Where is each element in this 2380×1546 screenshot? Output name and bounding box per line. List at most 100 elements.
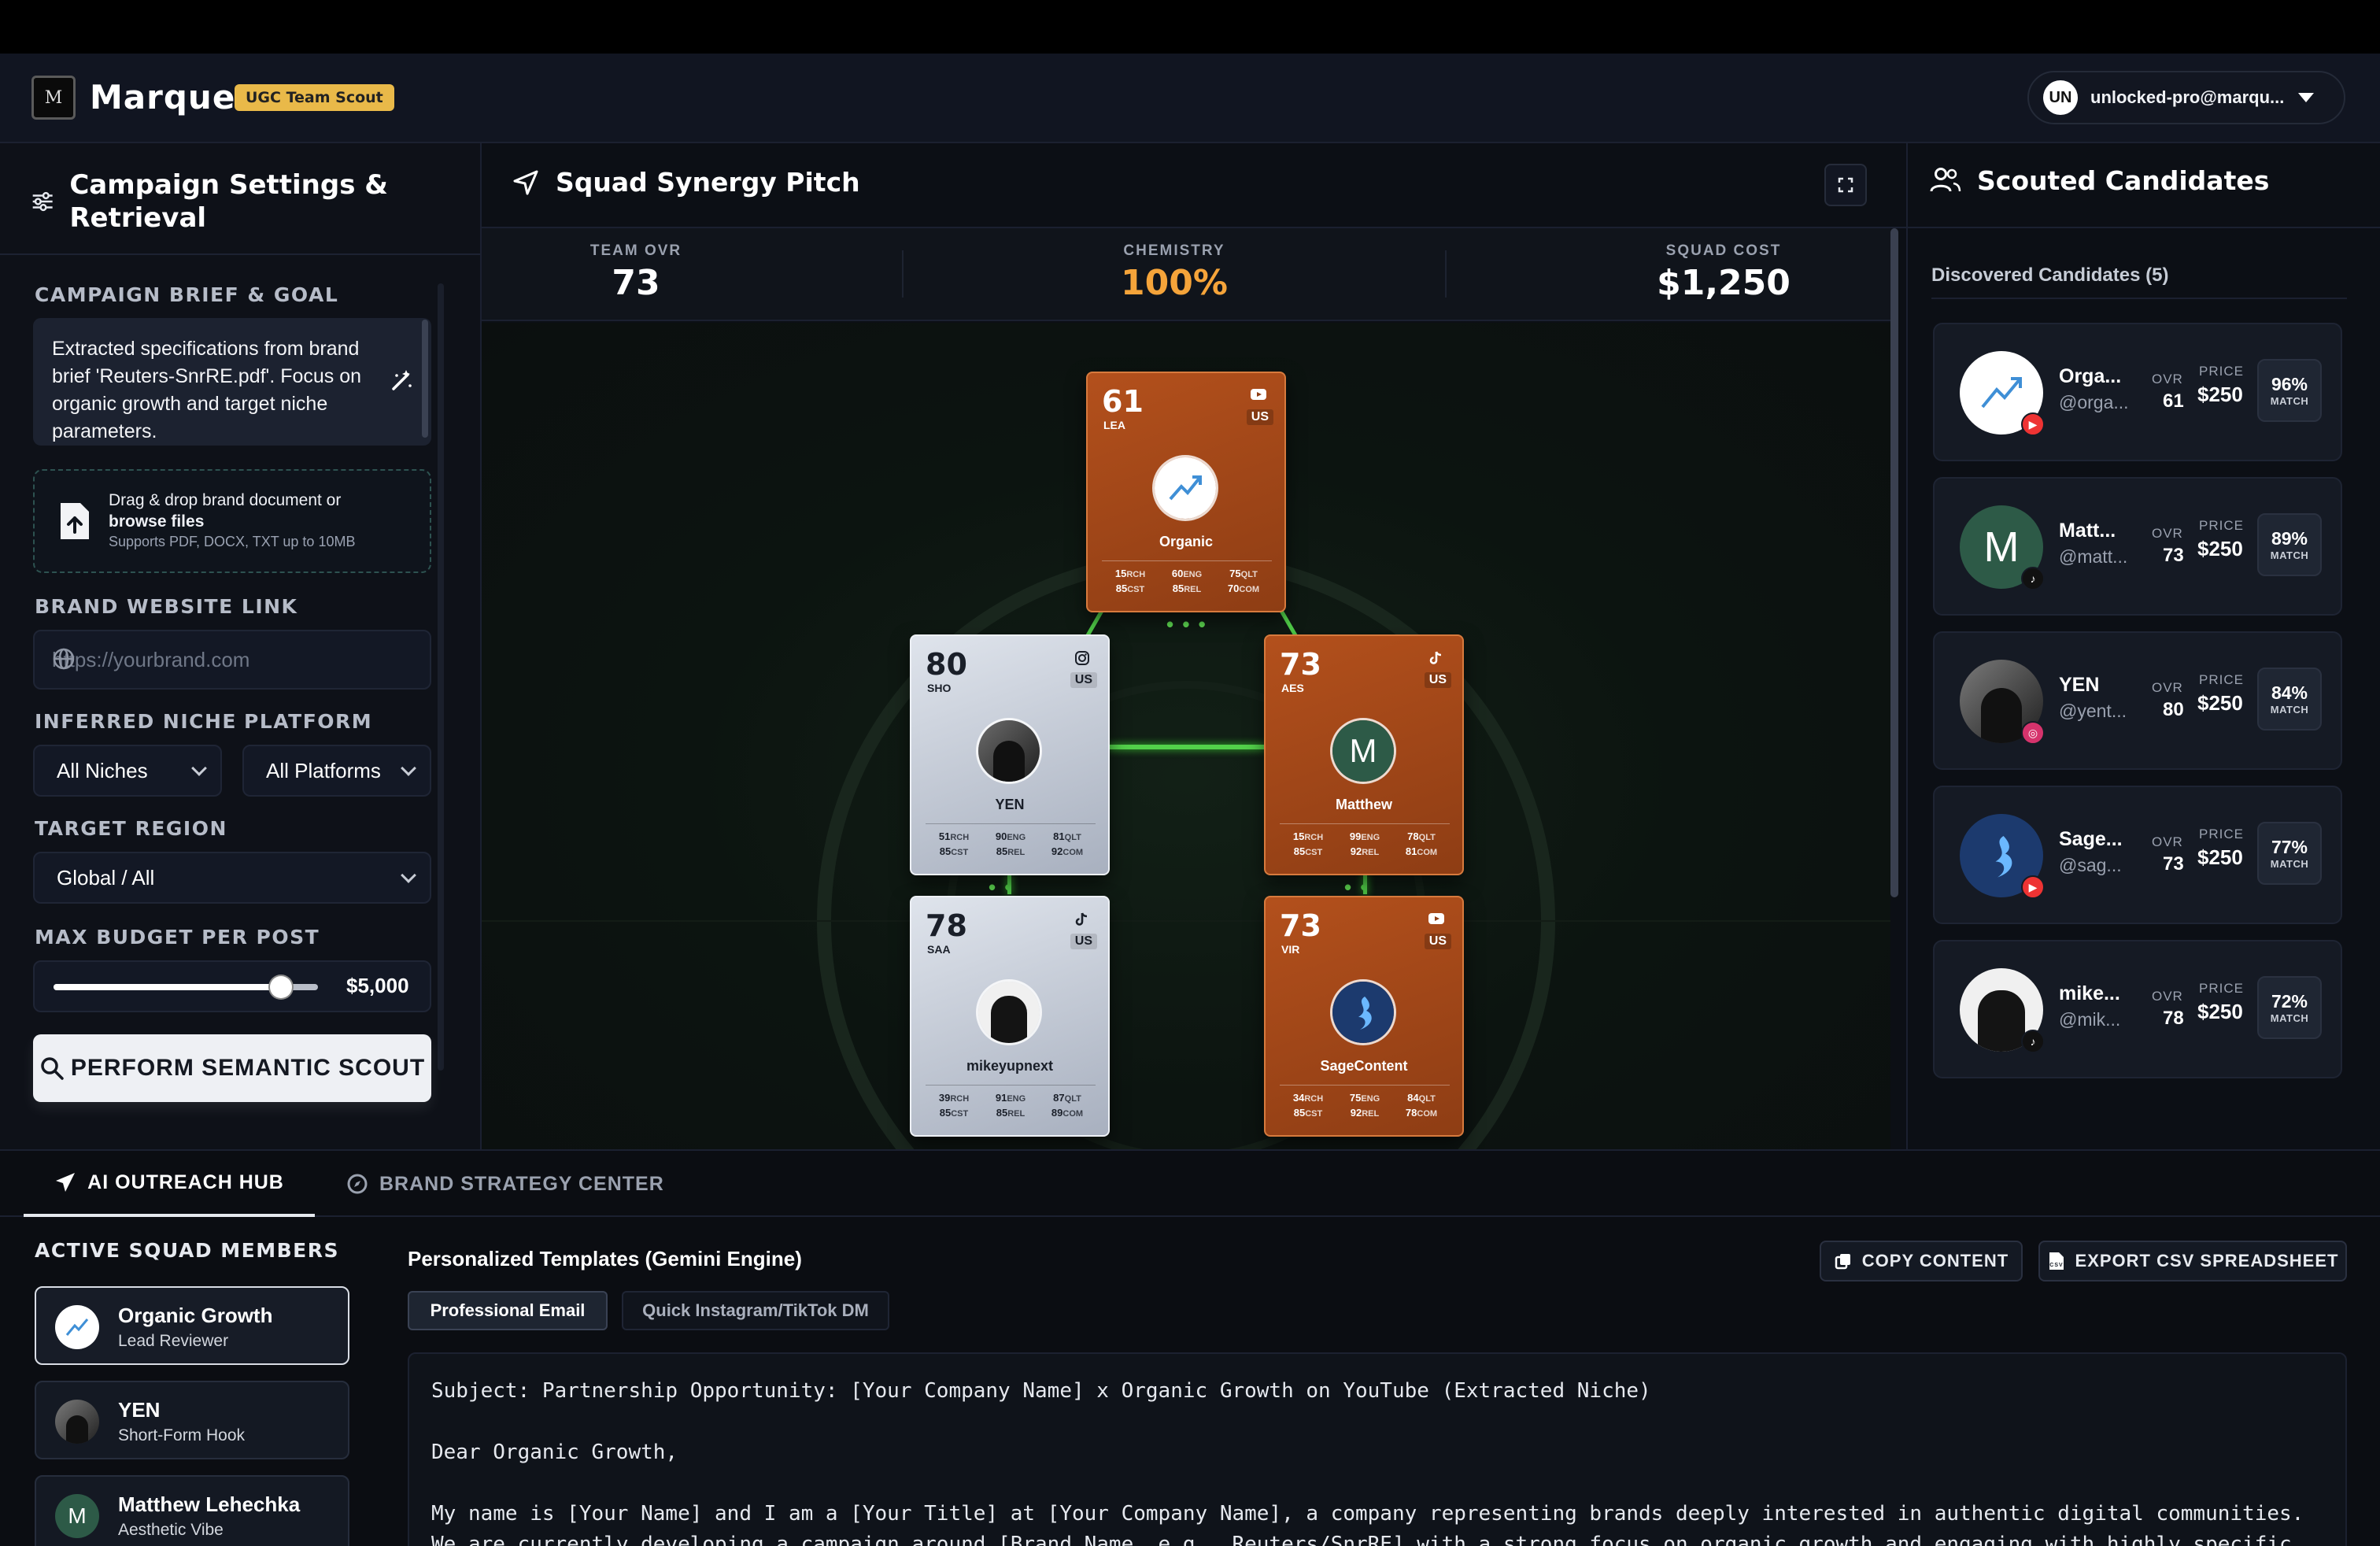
region-label: TARGET REGION (35, 817, 227, 840)
region-select[interactable]: Global / All (33, 852, 431, 904)
youtube-icon (1250, 387, 1267, 401)
stat-cst: 85CST (939, 845, 969, 857)
stat-rch: 51RCH (938, 830, 970, 842)
pitch-scrollbar[interactable] (1890, 228, 1898, 897)
match-label: MATCH (2270, 395, 2309, 407)
chevron-down-icon (191, 760, 207, 776)
squad-member-item[interactable]: M Matthew Lehechka Aesthetic Vibe (35, 1475, 349, 1546)
budget-slider-thumb[interactable] (270, 976, 292, 998)
platform-select-value: All Platforms (266, 758, 381, 782)
match-badge: 72% MATCH (2257, 976, 2322, 1039)
card-stats: 39RCH 91ENG 87QLT 85CST 85REL 89COM (926, 1085, 1096, 1119)
budget-label: MAX BUDGET PER POST (35, 926, 320, 949)
niche-label: INFERRED NICHE (35, 710, 237, 733)
expand-icon (1838, 177, 1853, 193)
export-csv-button[interactable]: CSV EXPORT CSV SPREADSHEET (2038, 1241, 2347, 1282)
card-avatar (976, 718, 1042, 784)
candidate-handle: @matt... (2059, 546, 2128, 567)
candidate-card[interactable]: ▶ Sage... @sag... OVR 73 PRICE $250 77% MATCH (1933, 786, 2342, 924)
candidate-card[interactable]: ◎ YEN @yent... OVR 80 PRICE $250 84% MATCH (1933, 631, 2342, 770)
chevron-down-icon (401, 760, 416, 776)
candidate-card[interactable]: ♪ mike... @mik... OVR 78 PRICE $250 72% MATCH (1933, 940, 2342, 1078)
squad-cost-value: $1,250 (1657, 263, 1791, 303)
card-region: US (1424, 672, 1451, 688)
app-logo[interactable]: M (31, 76, 76, 120)
stat-eng: 91ENG (995, 1092, 1026, 1104)
svg-text:CSV: CSV (2049, 1263, 2063, 1268)
tab-ai-outreach-hub[interactable]: AI OUTREACH HUB (24, 1151, 315, 1217)
ovr-label: OVR (2152, 989, 2183, 1004)
copy-content-button[interactable]: COPY CONTENT (1820, 1241, 2023, 1282)
card-ovr: 61 (1102, 384, 1144, 419)
member-role: Short-Form Hook (118, 1426, 246, 1444)
candidate-card[interactable]: M ♪ Matt... @matt... OVR 73 PRICE $250 89% MATCH (1933, 477, 2342, 616)
templates-title: Personalized Templates (Gemini Engine) (408, 1247, 802, 1270)
left-panel-scrollbar[interactable] (438, 283, 444, 1071)
candidate-card[interactable]: ▶ Orga... @orga... OVR 61 PRICE $250 96% MATCH (1933, 323, 2342, 461)
match-value: 96% (2271, 374, 2308, 394)
stat-rel: 85REL (996, 1107, 1026, 1119)
card-matthew[interactable]: 73 AES US M Matthew 15RCH 99ENG 78QLT 85CST 92REL… (1264, 634, 1464, 875)
stat-eng: 60ENG (1171, 568, 1203, 579)
magic-wand-icon[interactable] (389, 368, 414, 394)
tab-brand-strategy[interactable]: BRAND STRATEGY CENTER (346, 1151, 677, 1217)
platform-select[interactable]: All Platforms (242, 745, 431, 797)
stat-cst: 85CST (939, 1107, 969, 1119)
stat-qlt: 78QLT (1407, 830, 1436, 842)
price-label: PRICE (2199, 518, 2244, 533)
match-value: 84% (2271, 682, 2308, 703)
candidate-ovr: 80 (2163, 699, 2184, 720)
member-avatar: M (55, 1494, 99, 1538)
divider (0, 253, 480, 255)
card-player-name: mikeyupnext (966, 1058, 1054, 1074)
squad-member-item[interactable]: Organic Growth Lead Reviewer (35, 1286, 349, 1365)
candidate-price: $250 (2197, 1000, 2243, 1023)
card-sagecontent[interactable]: 73 VIR US SageContent 34RCH 75ENG 84QLT 85CST 92… (1264, 896, 1464, 1137)
stat-cst: 85CST (1115, 583, 1145, 594)
card-position: AES (1281, 682, 1304, 694)
platform-label: PLATFORM (244, 710, 373, 733)
candidate-name: Sage... (2059, 828, 2123, 850)
template-tab-professional-email[interactable]: Professional Email (408, 1291, 608, 1330)
website-label: BRAND WEBSITE LINK (35, 595, 298, 618)
candidate-ovr: 73 (2163, 545, 2184, 566)
card-yen[interactable]: 80 SHO US YEN 51RCH 90ENG 81QLT 85CST 85REL 92COM (910, 634, 1110, 875)
stat-cst: 85CST (1293, 845, 1323, 857)
candidate-name: Orga... (2059, 365, 2122, 387)
card-mikeyupnext[interactable]: 78 SAA US mikeyupnext 39RCH 91ENG 87QLT 85CST 85… (910, 896, 1110, 1137)
ovr-label: OVR (2152, 834, 2183, 849)
match-badge: 96% MATCH (2257, 359, 2322, 422)
dropzone-hint: Supports PDF, DOCX, TXT up to 10MB (109, 534, 356, 549)
card-player-name: Organic (1159, 534, 1214, 549)
squad-member-item[interactable]: YEN Short-Form Hook (35, 1381, 349, 1459)
card-stats: 15RCH 99ENG 78QLT 85CST 92REL 81COM (1280, 823, 1450, 857)
youtube-icon (1428, 912, 1445, 926)
template-tab-quick-dm[interactable]: Quick Instagram/TikTok DM (622, 1291, 889, 1330)
divider (902, 250, 904, 298)
user-menu[interactable]: UN unlocked-pro@marqu... (2027, 71, 2345, 124)
match-value: 77% (2271, 837, 2308, 857)
app-badge: UGC Team Scout (235, 84, 394, 111)
copy-content-label: COPY CONTENT (1861, 1251, 2009, 1270)
stat-rch: 15RCH (1292, 830, 1324, 842)
match-value: 89% (2271, 528, 2308, 549)
card-position: SAA (927, 943, 951, 956)
semantic-scout-label: PERFORM SEMANTIC SCOUT (70, 1055, 426, 1081)
brief-scrollbar[interactable] (422, 320, 428, 438)
website-input[interactable]: https://yourbrand.com (33, 630, 431, 690)
fullscreen-button[interactable] (1824, 164, 1867, 206)
send-icon (56, 1173, 76, 1192)
card-organic[interactable]: 61 LEA US Organic 15RCH 60ENG 75QLT 85CST 85REL 7… (1086, 372, 1286, 612)
niche-select[interactable]: All Niches (33, 745, 222, 797)
card-region: US (1246, 409, 1273, 425)
search-icon (41, 1057, 64, 1080)
semantic-scout-button[interactable]: PERFORM SEMANTIC SCOUT (33, 1034, 431, 1102)
email-template-body[interactable]: Subject: Partnership Opportunity: [Your … (408, 1352, 2347, 1546)
candidate-handle: @yent... (2059, 701, 2127, 721)
chevron-down-icon (401, 867, 416, 883)
niche-select-value: All Niches (57, 758, 148, 782)
browse-files-link[interactable]: browse files (109, 512, 204, 531)
user-email: unlocked-pro@marqu... (2090, 87, 2285, 107)
member-avatar (55, 1400, 99, 1444)
campaign-brief-textarea[interactable]: Extracted specifications from brand brie… (33, 318, 431, 446)
